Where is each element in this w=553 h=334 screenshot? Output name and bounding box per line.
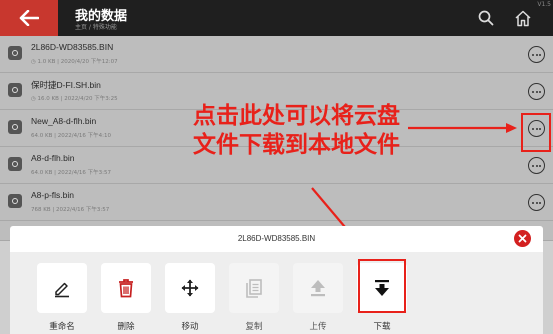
annotation-highlight-download bbox=[358, 259, 406, 313]
move-button[interactable] bbox=[165, 263, 215, 313]
delete-label: 删除 bbox=[117, 322, 135, 332]
upload-icon bbox=[311, 280, 325, 297]
move-arrows-icon bbox=[181, 279, 199, 297]
upload-button[interactable] bbox=[293, 263, 343, 313]
copy-icon bbox=[246, 279, 262, 298]
rename-button[interactable] bbox=[37, 263, 87, 313]
rename-label: 重命名 bbox=[49, 322, 75, 332]
download-label: 下载 bbox=[373, 322, 391, 332]
action-sheet: 重命名 删除 移动 复制 上传 下载 bbox=[10, 252, 543, 334]
close-icon bbox=[518, 234, 527, 243]
rename-action[interactable]: 重命名 bbox=[37, 263, 87, 332]
sheet-title: 2L86D-WD83585.BIN bbox=[237, 234, 316, 243]
pencil-icon bbox=[55, 282, 69, 298]
copy-action[interactable]: 复制 bbox=[229, 263, 279, 332]
annotation-arrowhead-right bbox=[506, 123, 517, 133]
copy-button[interactable] bbox=[229, 263, 279, 313]
move-label: 移动 bbox=[181, 322, 199, 332]
close-button[interactable] bbox=[514, 230, 531, 247]
upload-label: 上传 bbox=[309, 322, 327, 332]
sheet-header: 2L86D-WD83585.BIN bbox=[10, 226, 543, 252]
trash-icon bbox=[119, 279, 133, 298]
copy-label: 复制 bbox=[245, 322, 263, 332]
move-action[interactable]: 移动 bbox=[165, 263, 215, 332]
delete-action[interactable]: 删除 bbox=[101, 263, 151, 332]
delete-button[interactable] bbox=[101, 263, 151, 313]
upload-action[interactable]: 上传 bbox=[293, 263, 343, 332]
